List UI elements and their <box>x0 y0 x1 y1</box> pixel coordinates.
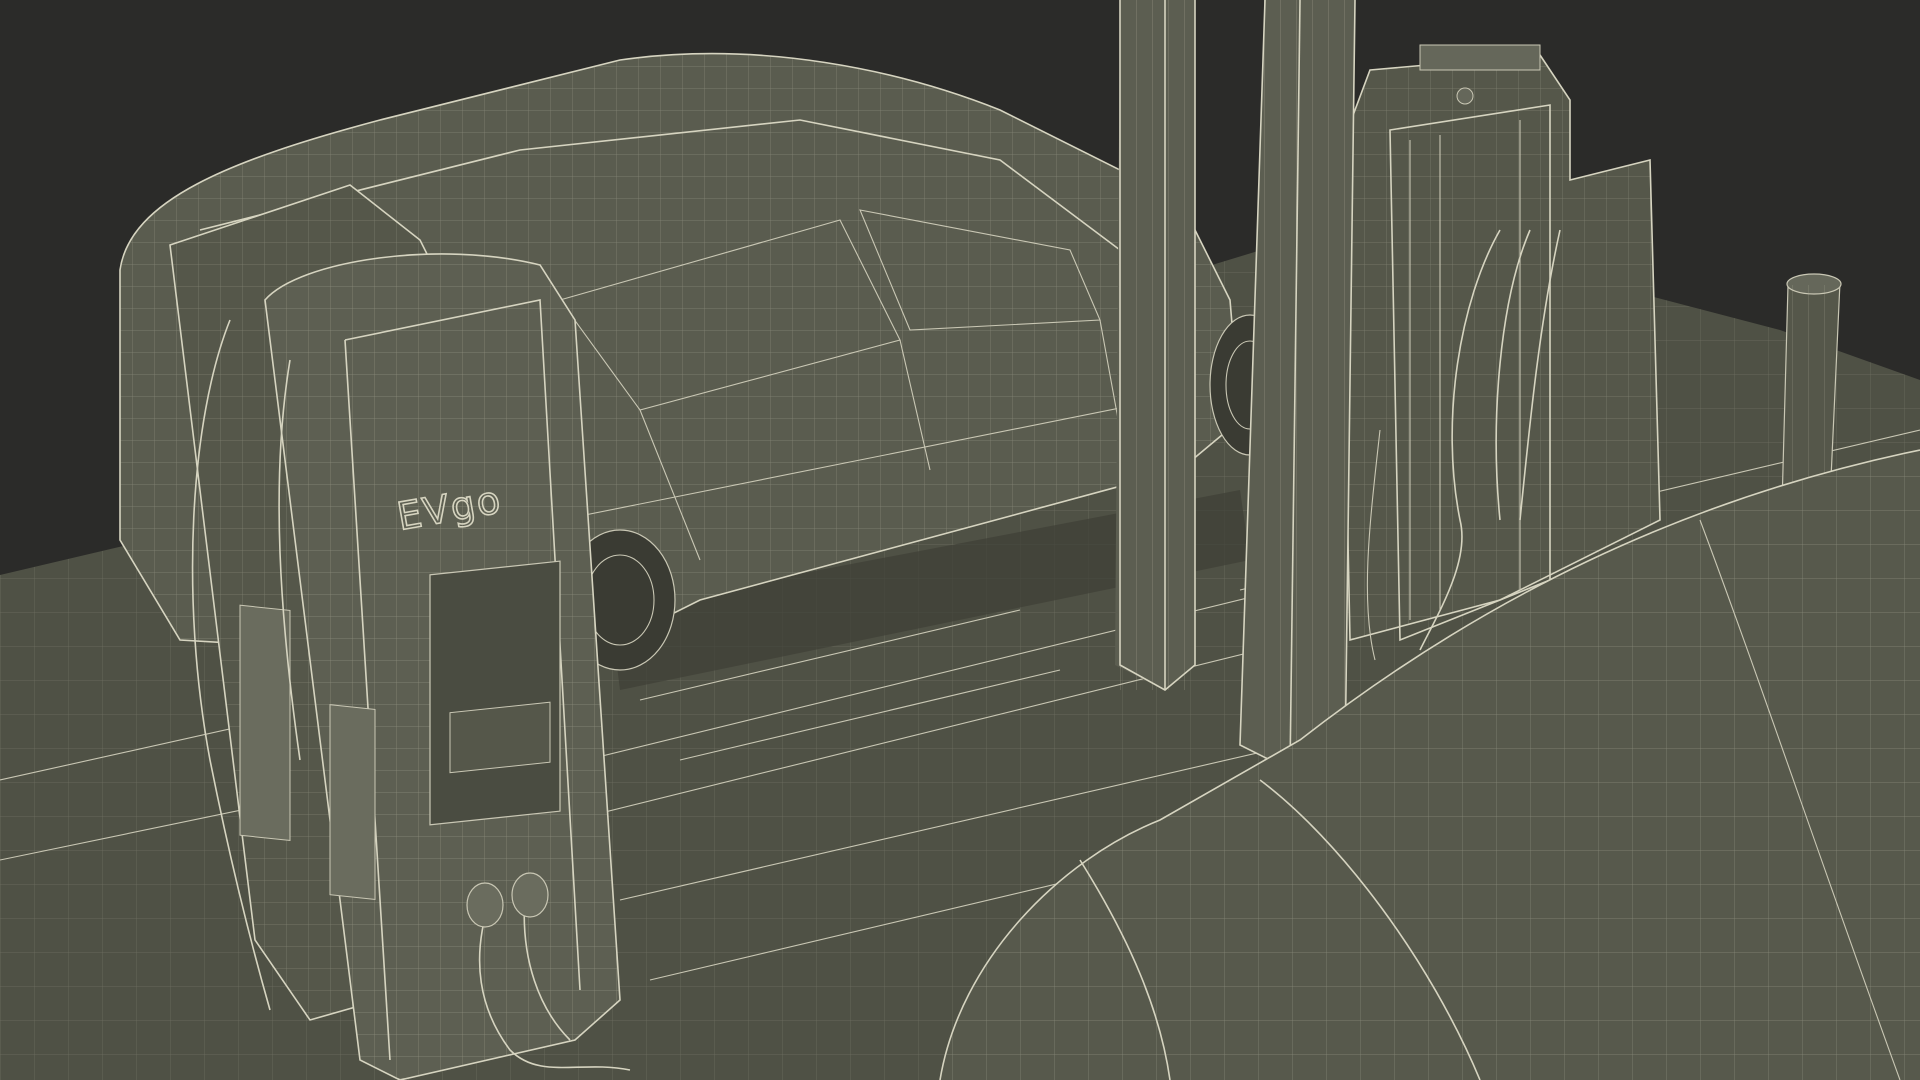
wireframe-render: EVgo <box>0 0 1920 1080</box>
canopy-pillar-left <box>1115 0 1196 691</box>
canopy-pillar-right <box>1239 0 1356 771</box>
